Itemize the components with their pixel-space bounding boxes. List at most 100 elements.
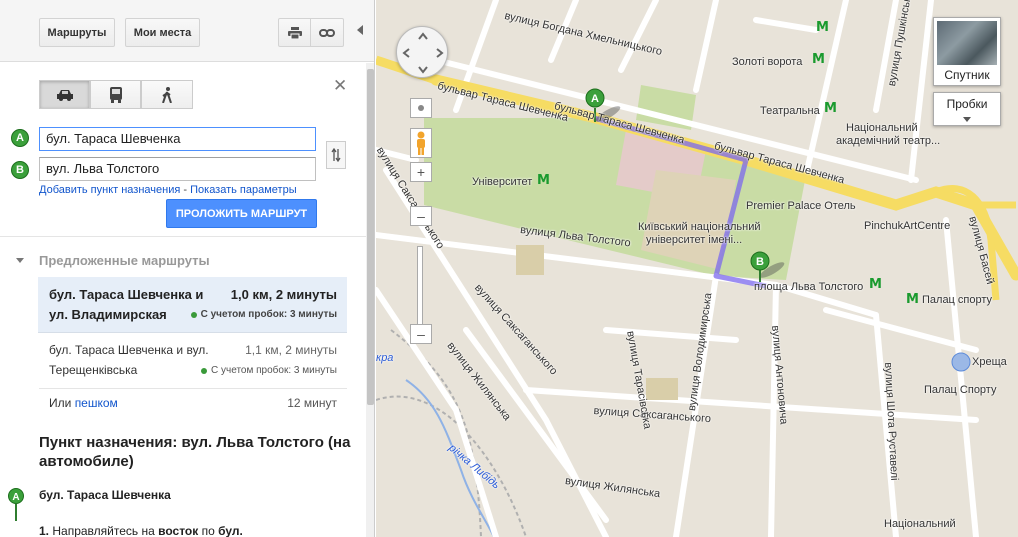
- satellite-thumbnail: [937, 21, 997, 65]
- traffic-label: Пробки: [946, 97, 988, 111]
- place-label: Театральна: [760, 105, 820, 117]
- swap-button[interactable]: [326, 141, 346, 169]
- place-label: площа Льва Толстого: [754, 281, 864, 293]
- route-distance: 1,0 км, 2 минуты: [230, 287, 337, 302]
- map-marker-b-label: B: [756, 256, 764, 268]
- walk-option: Или пешком 12 минут: [39, 389, 347, 419]
- step-direction: восток: [158, 524, 199, 537]
- directions-panel: Маршруты Мои места ✕ A бул. Тараса Шевче…: [0, 0, 375, 537]
- zoom-slider[interactable]: [417, 246, 423, 326]
- place-label: Золоті ворота: [732, 56, 803, 68]
- place-label: Національний: [884, 518, 956, 530]
- route-name-line2: Терещенківська: [49, 363, 138, 377]
- link-icon: [319, 28, 335, 37]
- walk-prefix: Или: [49, 396, 72, 410]
- divider: [0, 236, 366, 237]
- destination-input[interactable]: вул. Льва Толстого: [39, 157, 316, 181]
- close-icon[interactable]: ✕: [333, 76, 347, 96]
- place-label: університет імені...: [646, 234, 743, 246]
- collapse-panel-icon[interactable]: [357, 25, 363, 35]
- pan-control[interactable]: [396, 26, 448, 78]
- links-separator: -: [180, 184, 191, 196]
- origin-input[interactable]: бул. Тараса Шевченка: [39, 127, 316, 151]
- route-name-line2: ул. Владимирская: [49, 307, 167, 322]
- route-option-2[interactable]: бул. Тараса Шевченка и вул. Терещенківсь…: [39, 333, 347, 389]
- start-marker-icon: A: [8, 488, 24, 527]
- reset-view-button[interactable]: [410, 98, 432, 118]
- swap-icon: [331, 148, 341, 162]
- place-label: кра: [376, 352, 394, 364]
- route-traffic: С учетом пробок: 3 минуты: [201, 365, 337, 376]
- walk-time: 12 минут: [287, 396, 337, 410]
- mode-walk-button[interactable]: [141, 80, 193, 109]
- satellite-button[interactable]: Спутник: [933, 17, 1001, 86]
- place-label: Національний: [846, 122, 918, 134]
- marker-b-icon: B: [11, 161, 29, 179]
- place-label: Університет: [472, 176, 533, 188]
- mode-transit-button[interactable]: [90, 80, 141, 109]
- place-label: Палац Спорту: [924, 384, 997, 396]
- suggested-routes-title[interactable]: Предложенные маршруты: [39, 253, 210, 268]
- step-street: бул.: [218, 524, 243, 537]
- bus-icon: [109, 86, 122, 103]
- car-icon: [56, 89, 73, 101]
- traffic-dot-icon: [190, 311, 197, 318]
- zoom-out-button[interactable]: –: [410, 324, 432, 344]
- pan-arrows-icon: [402, 32, 444, 74]
- direction-step-1: 1. Направляйтесь на восток по бул.: [39, 524, 243, 537]
- print-button[interactable]: [278, 18, 311, 47]
- place-label: академічний театр...: [836, 135, 941, 147]
- zoom-in-button[interactable]: +: [410, 162, 432, 182]
- link-button[interactable]: [311, 18, 344, 47]
- route-name-line1: бул. Тараса Шевченка и: [49, 287, 204, 302]
- dot-icon: [418, 105, 424, 111]
- route-name-line1: бул. Тараса Шевченка и вул.: [49, 343, 209, 357]
- route-traffic: С учетом пробок: 3 минуты: [190, 309, 337, 320]
- panel-toolbar: Маршруты Мои места: [0, 0, 374, 62]
- traffic-dot-icon: [201, 367, 208, 374]
- mode-car-button[interactable]: [39, 80, 90, 109]
- place-label: PinchukArtCentre: [864, 220, 951, 232]
- walk-icon: [162, 86, 172, 103]
- show-options-link[interactable]: Показать параметры: [190, 184, 297, 196]
- get-directions-button[interactable]: ПРОЛОЖИТЬ МАРШРУТ: [166, 199, 317, 228]
- walk-link[interactable]: пешком: [75, 396, 118, 410]
- scrollbar-thumb[interactable]: [367, 69, 374, 405]
- map-marker-a-label: A: [591, 93, 599, 105]
- metro-icon: M: [812, 52, 825, 67]
- traffic-layer-button[interactable]: Пробки: [933, 92, 1001, 126]
- step-text-mid: по: [201, 524, 215, 537]
- place-label: Premier Palace Отель: [746, 200, 856, 212]
- street-view-pegman-icon[interactable]: [410, 128, 432, 158]
- route-traffic-text: С учетом пробок: 3 минуты: [211, 365, 337, 376]
- route-option-1[interactable]: бул. Тараса Шевченка и ул. Владимирская …: [38, 277, 347, 333]
- add-destination-link[interactable]: Добавить пункт назначения: [39, 184, 180, 196]
- route-traffic-text: С учетом пробок: 3 минуты: [200, 309, 337, 320]
- chevron-down-icon: [963, 117, 971, 122]
- metro-icon: M: [816, 20, 829, 35]
- collapse-triangle-icon[interactable]: [16, 258, 24, 263]
- destination-heading: Пункт назначения: вул. Льва Толстого (на…: [39, 434, 351, 470]
- metro-icon: M: [824, 101, 837, 116]
- place-label: Хреща: [972, 356, 1007, 368]
- map-canvas[interactable]: A B вулиця Богдана Хмельницького вулиця …: [376, 0, 1018, 537]
- panel-scrollbar[interactable]: [366, 63, 374, 537]
- satellite-label: Спутник: [944, 68, 990, 82]
- walk-label: Или пешком: [49, 396, 118, 410]
- extra-options-links: Добавить пункт назначения - Показать пар…: [39, 184, 297, 196]
- my-places-button[interactable]: Мои места: [125, 18, 200, 47]
- step-text-pre: Направляйтесь на: [52, 524, 155, 537]
- zoom-control: + – –: [410, 98, 432, 348]
- app: Маршруты Мои места ✕ A бул. Тараса Шевче…: [0, 0, 1018, 537]
- start-marker-label: A: [12, 492, 19, 503]
- place-label: Київський національний: [638, 221, 761, 233]
- printer-icon: [287, 26, 302, 39]
- route-distance: 1,1 км, 2 минуты: [245, 343, 337, 357]
- routes-button[interactable]: Маршруты: [39, 18, 115, 47]
- step-number: 1.: [39, 524, 50, 537]
- place-label: Палац спорту: [922, 294, 993, 306]
- start-address: бул. Тараса Шевченка: [39, 488, 171, 502]
- zoom-level-button[interactable]: –: [410, 206, 432, 226]
- metro-icon: M: [906, 292, 919, 307]
- marker-a-icon: A: [11, 129, 29, 147]
